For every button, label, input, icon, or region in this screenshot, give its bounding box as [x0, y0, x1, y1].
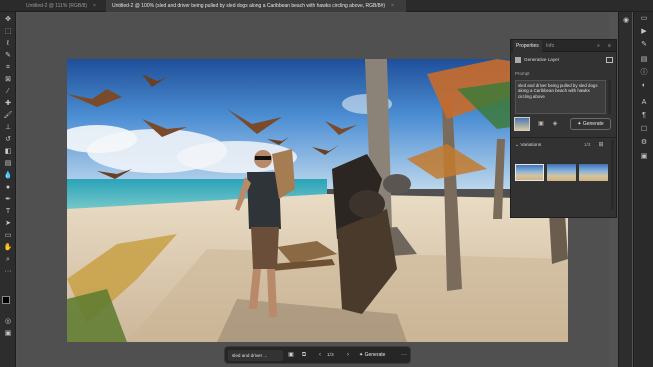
close-icon[interactable]: × [93, 3, 96, 9]
learn-icon[interactable]: ◉ [620, 16, 632, 26]
type-icon[interactable]: T [3, 207, 13, 216]
beach-sled-dog-scene [67, 59, 568, 342]
tab-info[interactable]: Info [543, 40, 557, 52]
shape-icon[interactable]: ▭ [3, 231, 13, 240]
properties-panel: Properties Info » ≡ Generative Layer Pro… [510, 39, 617, 218]
close-icon[interactable]: × [391, 3, 394, 9]
info-icon[interactable]: ⓘ [638, 68, 650, 78]
more-options-icon[interactable]: ··· [399, 350, 409, 361]
hand-icon[interactable]: ✋ [3, 243, 13, 252]
history-brush-icon[interactable]: ↺ [3, 135, 13, 144]
chevron-right-icon[interactable]: › [343, 350, 353, 361]
reference-image-icon[interactable]: ▣ [537, 120, 545, 128]
prompt-textarea[interactable]: sled and driver being pulled by sled dog… [515, 80, 606, 114]
dodge-icon[interactable]: ● [3, 183, 13, 192]
paragraph-icon[interactable]: ¶ [638, 111, 650, 121]
lasso-icon[interactable]: ℓ [3, 39, 13, 48]
more-tools-icon[interactable]: ··· [3, 267, 13, 276]
stamp-icon[interactable]: ⊥ [3, 123, 13, 132]
layers-icon[interactable]: ▤ [638, 55, 650, 65]
window-icon[interactable]: ▭ [638, 14, 650, 24]
document-tab-bar: Untitled-2 @ 111% (RGB/8) × Untitled-2 @ … [0, 0, 653, 12]
prompt-scrollbar[interactable] [608, 80, 611, 114]
reference-image-icon[interactable]: ▣ [286, 350, 296, 361]
generate-button[interactable]: ✦ Generate [356, 350, 398, 361]
gradient-icon[interactable]: ▤ [3, 159, 13, 168]
comments-icon[interactable]: ☐ [638, 125, 650, 135]
generative-layer-row: Generative Layer [515, 55, 615, 65]
eraser-icon[interactable]: ◧ [3, 147, 13, 156]
divider [511, 137, 616, 138]
tab-title: Untitled-2 @ 111% (RGB/8) [26, 3, 88, 9]
crop-icon[interactable]: ⌗ [3, 63, 13, 72]
generate-label: Generate [364, 352, 386, 358]
frame-icon[interactable]: ⊠ [3, 75, 13, 84]
chevron-left-icon[interactable]: ‹ [315, 350, 325, 361]
layer-thumb-icon [606, 57, 613, 63]
prompt-label: Prompt [515, 71, 530, 76]
grid-view-icon[interactable]: ⊞ [597, 141, 605, 149]
variations-label: Variations [520, 143, 542, 148]
brush-settings-icon[interactable]: ✎ [638, 40, 650, 50]
style-icon[interactable]: ◈ [551, 120, 559, 128]
tab-title: Untitled-2 @ 100% (sled and driver being… [112, 3, 386, 9]
reference-image-thumb[interactable] [514, 117, 530, 131]
quick-mask-icon[interactable]: ◎ [3, 317, 13, 326]
foreground-color-swatch[interactable] [2, 296, 10, 304]
play-icon[interactable]: ▶ [638, 27, 650, 37]
variation-thumb-1[interactable] [515, 164, 544, 181]
variation-counter: 1/3 [327, 353, 334, 358]
quick-select-icon[interactable]: ✎ [3, 51, 13, 60]
panel-dock: ▭ ▶ ✎ ▤ ⓘ ◐ A ¶ ☐ ⚙ ▣ [633, 12, 653, 367]
generate-label: Generate [582, 121, 604, 127]
document-tab-1[interactable]: Untitled-2 @ 111% (RGB/8) × [20, 0, 106, 12]
blur-icon[interactable]: 💧 [3, 171, 13, 180]
panel-menu-icon[interactable]: ≡ [608, 40, 611, 52]
variations-count: 1/3 [584, 142, 591, 147]
collapse-icon[interactable]: » [597, 40, 600, 52]
healing-icon[interactable]: ✚ [3, 99, 13, 108]
variation-thumb-2[interactable] [547, 164, 576, 181]
character-icon[interactable]: A [638, 98, 650, 108]
contextual-task-bar: sled and driver ... ▣ ⧉ ‹ 1/3 › ✦ Genera… [224, 346, 411, 364]
tools-panel: ✥ ⬚ ℓ ✎ ⌗ ⊠ ⁄ ✚ 🖌 ⊥ ↺ ◧ ▤ 💧 ● ✒ T ➤ ▭ ✋ … [0, 12, 16, 367]
pen-icon[interactable]: ✒ [3, 195, 13, 204]
adjustments-icon[interactable]: ◐ [638, 81, 650, 91]
zoom-icon[interactable]: ⌕ [3, 255, 13, 264]
layer-type-label: Generative Layer [524, 57, 560, 62]
marquee-icon[interactable]: ⬚ [3, 27, 13, 36]
prompt-preview[interactable]: sled and driver ... [228, 350, 283, 361]
panel-tabs: Properties Info » ≡ [511, 40, 616, 52]
screen-mode-icon[interactable]: ▣ [3, 329, 13, 338]
libraries-icon[interactable]: ▣ [638, 152, 650, 162]
document-canvas-image[interactable] [67, 59, 568, 342]
path-select-icon[interactable]: ➤ [3, 219, 13, 228]
document-tab-2[interactable]: Untitled-2 @ 100% (sled and driver being… [106, 0, 406, 12]
move-icon[interactable]: ✥ [3, 15, 13, 24]
generative-layer-icon [515, 56, 521, 63]
eyedropper-icon[interactable]: ⁄ [3, 87, 13, 96]
panel-scrollbar[interactable] [611, 140, 614, 210]
variation-thumb-3[interactable] [579, 164, 608, 181]
tab-properties[interactable]: Properties [513, 40, 542, 52]
properties-icon[interactable]: ⚙ [638, 138, 650, 148]
panel-icon-strip: ◉ [618, 12, 632, 367]
generate-button[interactable]: ✦ Generate [570, 118, 611, 130]
brush-icon[interactable]: 🖌 [3, 111, 13, 120]
layer-options-icon[interactable]: ⧉ [299, 350, 309, 361]
